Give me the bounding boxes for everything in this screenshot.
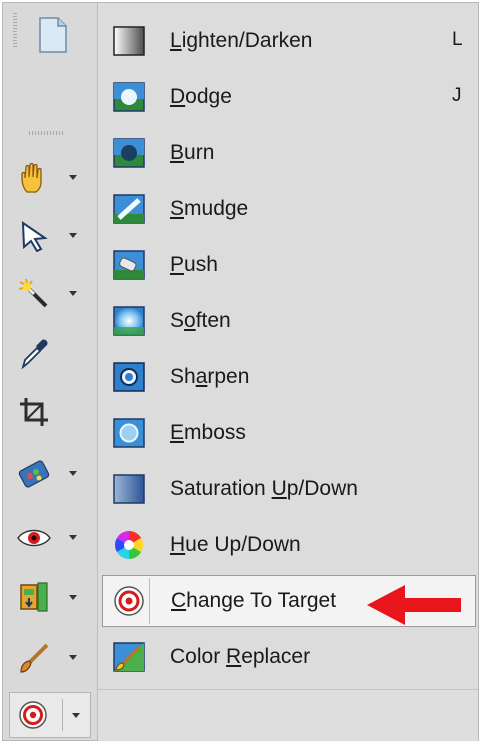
flood-fill-tool-button[interactable] [9,575,91,621]
sharpen-icon [112,361,146,393]
chevron-down-icon[interactable] [69,535,77,540]
burn-icon [112,137,146,169]
pan-icon [15,159,53,197]
menu-footer-area [98,689,478,741]
chevron-down-icon[interactable] [69,291,77,296]
new-document-icon[interactable] [31,13,75,57]
menu-item-label: Soften [170,309,231,332]
chevron-down-icon[interactable] [69,471,77,476]
lighten-darken-icon [112,25,146,57]
hue-icon [112,529,146,561]
menu-item-dodge[interactable]: Dodge J [102,71,476,123]
menu-item-label: Lighten/Darken [170,29,313,52]
chevron-down-icon[interactable] [69,655,77,660]
menu-item-label: Change To Target [171,589,337,612]
chevron-down-icon[interactable] [72,713,80,718]
flood-fill-icon [15,579,53,617]
menu-item-label: Saturation Up/Down [170,477,358,500]
toolbar-grip[interactable] [13,13,17,49]
paint-brush-icon [15,639,53,677]
menu-item-emboss[interactable]: Emboss [102,407,476,459]
dropper-icon [15,335,53,373]
red-arrow-icon [365,583,465,627]
menu-item-label: Emboss [170,421,246,444]
crop-icon [15,393,53,431]
pick-icon [15,217,53,255]
emboss-icon [112,417,146,449]
toolbar-grip-horizontal[interactable] [29,131,65,135]
saturation-icon [112,473,146,505]
menu-item-sharpen[interactable]: Sharpen [102,351,476,403]
magic-wand-tool-button[interactable] [9,271,91,317]
color-replacer-icon [112,641,146,673]
menu-item-push[interactable]: Push [102,239,476,291]
menu-item-label: Push [170,253,218,276]
menu-item-label: Smudge [170,197,249,220]
chevron-down-icon[interactable] [69,595,77,600]
paint-brush-tool-button[interactable] [9,635,91,681]
picture-tube-tool-button[interactable] [9,451,91,497]
menu-item-smudge[interactable]: Smudge [102,183,476,235]
menu-item-color-replacer[interactable]: Color Replacer [102,631,476,683]
red-eye-tool-button[interactable] [9,515,91,561]
menu-item-hue-up-down[interactable]: Hue Up/Down [102,519,476,571]
pan-tool-button[interactable] [9,155,91,201]
dropper-tool-button[interactable] [9,331,91,377]
split-separator [62,699,63,731]
menu-item-label: Burn [170,141,215,164]
menu-item-lighten-darken[interactable]: Lighten/Darken L [102,15,476,67]
menu-item-saturation-up-down[interactable]: Saturation Up/Down [102,463,476,515]
red-eye-icon [15,519,53,557]
magic-wand-icon [15,275,53,313]
menu-item-label: Hue Up/Down [170,533,301,556]
picture-tube-icon [15,455,53,493]
dodge-icon [112,81,146,113]
crop-tool-button[interactable] [9,389,91,435]
change-to-target-icon [14,696,52,734]
menu-item-label: Sharpen [170,365,250,388]
menu-item-burn[interactable]: Burn [102,127,476,179]
tools-toolbar [3,3,98,740]
push-icon [112,249,146,281]
menu-item-label: Dodge [170,85,232,108]
menu-item-soften[interactable]: Soften [102,295,476,347]
shortcut-key: J [452,85,462,106]
smudge-icon [112,193,146,225]
chevron-down-icon[interactable] [69,233,77,238]
soften-icon [112,305,146,337]
change-to-target-tool-button[interactable] [9,692,91,738]
shortcut-key: L [452,29,463,50]
menu-item-label: Color Replacer [170,645,311,668]
app-frame: Lighten/Darken L Dodge J Burn Smudge Pus… [2,2,479,741]
pick-tool-button[interactable] [9,213,91,259]
chevron-down-icon[interactable] [69,175,77,180]
change-to-target-icon [112,585,146,617]
